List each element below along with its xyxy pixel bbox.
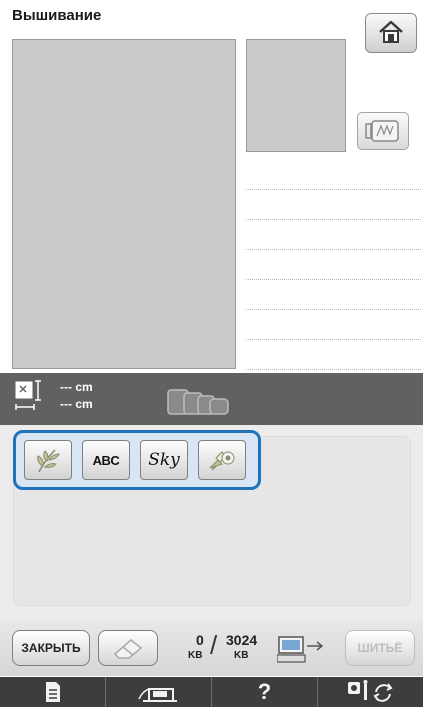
alphabet-button[interactable]: ABC [82,440,130,480]
tab-help[interactable]: ? [212,677,318,707]
eraser-icon [113,639,143,659]
info-line [246,340,421,370]
alphabet-label: ABC [92,452,120,468]
page-title: Вышивание [12,7,102,24]
tab-sewing-machine[interactable] [106,677,212,707]
memory-total-value: 3024 [226,632,258,648]
pattern-width-value: --- cm [60,397,93,411]
memory-used-unit: KB [188,650,203,661]
pattern-height-value: --- cm [60,380,93,394]
embroidery-preview [12,39,236,369]
thumbnail-preview [246,39,346,152]
home-icon [379,20,403,43]
bottom-navigation: ? [0,677,423,707]
memory-divider: / [210,630,218,660]
tab-settings[interactable] [318,677,423,707]
embroidery-frame-icon [365,120,399,142]
delete-button[interactable] [98,630,158,666]
home-button[interactable] [365,13,417,53]
embroidery-card-button[interactable] [198,440,246,480]
document-icon [45,682,60,702]
tab-pattern[interactable] [0,677,106,707]
info-line [246,220,421,250]
info-line [246,160,421,190]
script-font-label: Sky [148,450,180,470]
info-line [246,310,421,340]
hoop-size-icon [167,389,229,415]
info-line [246,280,421,310]
help-icon: ? [257,679,272,704]
sew-button[interactable]: ШИТЬЁ [345,630,415,666]
info-line [246,190,421,220]
pattern-info-list [246,160,421,370]
info-line [246,250,421,280]
floral-pattern-icon [37,449,60,473]
memory-used-value: 0 [196,632,204,648]
script-font-button[interactable]: Sky [140,440,188,480]
pc-transfer-icon [277,636,324,663]
settings-icon [347,680,393,702]
close-button[interactable]: ЗАКРЫТЬ [12,630,90,666]
memory-total-unit: KB [234,650,249,661]
embroidery-card-icon [209,451,235,471]
pattern-size-icon [15,380,41,410]
sewing-machine-icon [137,688,177,702]
floral-pattern-button[interactable] [24,440,72,480]
frame-display-button[interactable] [357,112,409,150]
